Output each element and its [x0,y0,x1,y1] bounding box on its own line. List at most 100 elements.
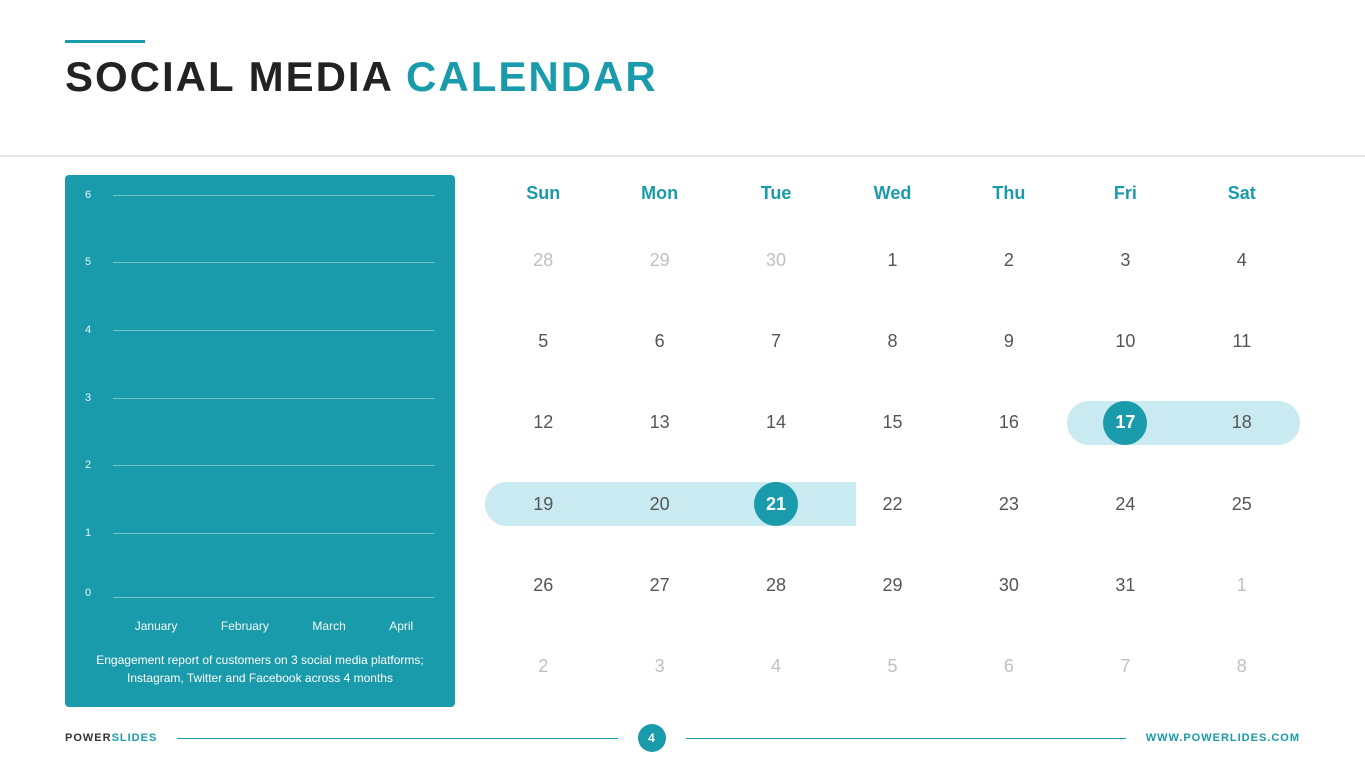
cal-week-2: 5 6 7 8 9 10 11 [485,310,1300,374]
cal-cell-16: 16 [951,391,1067,455]
day-15: 15 [870,401,914,445]
day-30: 30 [987,563,1031,607]
chart-caption: Engagement report of customers on 3 soci… [85,651,435,687]
cal-cell-4-next: 4 [718,634,834,698]
cal-cell-9: 9 [951,310,1067,374]
cal-cell-28-prev: 28 [485,229,601,293]
y-label-0: 0 [85,587,91,599]
cal-week-3: 12 13 14 15 16 17 18 [485,391,1300,455]
cal-cell-21: 21 [718,472,834,536]
day-3-next: 3 [638,644,682,688]
day-5-next: 5 [870,644,914,688]
cal-cell-18: 18 [1184,391,1300,455]
cal-cell-3-next: 3 [601,634,717,698]
day-1: 1 [870,239,914,283]
calendar-header: Sun Mon Tue Wed Thu Fri Sat [485,175,1300,212]
brand-slides: SLIDES [112,732,158,744]
brand-power: POWER [65,732,112,744]
x-label-apr: April [389,619,413,633]
day-14: 14 [754,401,798,445]
cal-cell-1: 1 [834,229,950,293]
cal-cell-30: 30 [951,553,1067,617]
cal-cell-3: 3 [1067,229,1183,293]
cal-cell-22: 22 [834,472,950,536]
cal-cell-6-next: 6 [951,634,1067,698]
day-12: 12 [521,401,565,445]
cal-header-sat: Sat [1184,175,1300,212]
footer-url: WWW.POWERLIDES.COM [1146,732,1300,744]
cal-header-sun: Sun [485,175,601,212]
y-label-2: 2 [85,459,91,471]
cal-cell-28: 28 [718,553,834,617]
cal-cell-29-prev: 29 [601,229,717,293]
cal-cell-31: 31 [1067,553,1183,617]
y-label-1: 1 [85,527,91,539]
day-8-next: 8 [1220,644,1264,688]
cal-cell-26: 26 [485,553,601,617]
cal-cell-24: 24 [1067,472,1183,536]
cal-header-mon: Mon [601,175,717,212]
cal-cell-29: 29 [834,553,950,617]
x-label-mar: March [312,619,345,633]
day-24: 24 [1103,482,1147,526]
y-axis: 6 5 4 3 2 1 0 [85,195,113,601]
y-label-4: 4 [85,324,91,336]
day-9: 9 [987,320,1031,364]
day-8: 8 [870,320,914,364]
day-16: 16 [987,401,1031,445]
cal-header-fri: Fri [1067,175,1183,212]
header-divider [0,155,1365,157]
day-28: 28 [754,563,798,607]
y-label-5: 5 [85,256,91,268]
day-28-prev: 28 [521,239,565,283]
day-2-next: 2 [521,644,565,688]
cal-cell-4: 4 [1184,229,1300,293]
day-7: 7 [754,320,798,364]
cal-cell-12: 12 [485,391,601,455]
cal-cell-11: 11 [1184,310,1300,374]
day-17: 17 [1103,401,1147,445]
day-10: 10 [1103,320,1147,364]
day-7-next: 7 [1103,644,1147,688]
cal-cell-17: 17 [1067,391,1183,455]
day-4: 4 [1220,239,1264,283]
day-18: 18 [1220,401,1264,445]
day-27: 27 [638,563,682,607]
cal-week-6: 2 3 4 5 6 7 8 [485,634,1300,698]
cal-cell-8: 8 [834,310,950,374]
y-label-3: 3 [85,392,91,404]
x-label-jan: January [135,619,178,633]
day-19: 19 [521,482,565,526]
cal-cell-2-next: 2 [485,634,601,698]
day-23: 23 [987,482,1031,526]
footer-page-number: 4 [638,724,666,752]
day-2: 2 [987,239,1031,283]
chart-panel: 6 5 4 3 2 1 0 [65,175,455,707]
cal-cell-20: 20 [601,472,717,536]
day-26: 26 [521,563,565,607]
day-22: 22 [870,482,914,526]
day-30-prev: 30 [754,239,798,283]
day-3: 3 [1103,239,1147,283]
x-label-feb: February [221,619,269,633]
day-13: 13 [638,401,682,445]
cal-header-tue: Tue [718,175,834,212]
cal-cell-15: 15 [834,391,950,455]
cal-week-1: 28 29 30 1 2 3 4 [485,229,1300,293]
cal-week-4: 19 20 21 22 23 24 25 [485,472,1300,536]
footer-line-left [177,738,617,739]
cal-cell-13: 13 [601,391,717,455]
main-content: 6 5 4 3 2 1 0 [65,175,1300,707]
footer: POWERSLIDES 4 WWW.POWERLIDES.COM [65,724,1300,752]
footer-brand: POWERSLIDES [65,732,157,744]
day-21: 21 [754,482,798,526]
cal-cell-19: 19 [485,472,601,536]
x-axis: January February March April [113,619,435,633]
page-title: SOCIAL MEDIA CALENDAR [65,53,1300,101]
day-29-prev: 29 [638,239,682,283]
day-5: 5 [521,320,565,364]
header-accent-line [65,40,145,43]
cal-week-5: 26 27 28 29 30 31 1 [485,553,1300,617]
footer-line-right [686,738,1126,739]
cal-cell-7: 7 [718,310,834,374]
